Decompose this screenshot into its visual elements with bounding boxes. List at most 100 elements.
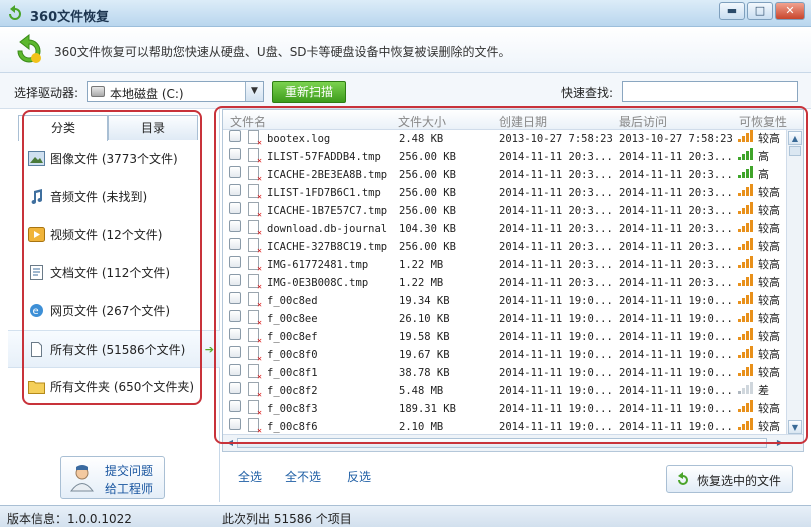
- column-header-name[interactable]: 文件名: [230, 113, 266, 130]
- column-header-created[interactable]: 创建日期: [499, 113, 547, 130]
- signal-bars-icon: [738, 238, 754, 250]
- horizontal-scrollbar[interactable]: ◀ ▶: [223, 434, 803, 451]
- file-name: bootex.log: [267, 133, 331, 145]
- submit-to-engineer-button[interactable]: 提交问题 给工程师: [60, 456, 165, 499]
- select-none-link[interactable]: 全不选: [285, 468, 321, 485]
- signal-bars-icon: [738, 202, 754, 214]
- accessed-date: 2014-11-11 19:0...: [619, 313, 733, 325]
- row-checkbox[interactable]: [229, 166, 241, 178]
- table-row[interactable]: IMG-0E3B008C.tmp 1.22 MB 2014-11-11 20:3..…: [223, 274, 787, 292]
- created-date: 2014-11-11 19:0...: [499, 331, 613, 343]
- category-item-document[interactable]: 文档文件 (112个文件): [8, 254, 220, 292]
- created-date: 2014-11-11 19:0...: [499, 367, 613, 379]
- row-checkbox[interactable]: [229, 202, 241, 214]
- recoverability: 较高: [758, 258, 780, 271]
- accessed-date: 2013-10-27 7:58:23: [619, 133, 733, 145]
- scroll-thumb[interactable]: [237, 438, 767, 448]
- category-item-all-folders[interactable]: 所有文件夹 (650个文件夹): [8, 368, 220, 406]
- restore-selected-button[interactable]: 恢复选中的文件: [666, 465, 793, 493]
- deleted-file-icon: [248, 346, 262, 363]
- file-size: 256.00 KB: [399, 187, 456, 199]
- row-checkbox[interactable]: [229, 346, 241, 358]
- file-name: f_00c8ed: [267, 295, 318, 307]
- table-row[interactable]: f_00c8ef 19.58 KB 2014-11-11 19:0... 2014-1…: [223, 328, 787, 346]
- file-size: 5.48 MB: [399, 385, 444, 397]
- row-checkbox[interactable]: [229, 292, 241, 304]
- scroll-right-icon[interactable]: ▶: [774, 436, 786, 450]
- signal-bars-icon: [738, 184, 754, 196]
- accessed-date: 2014-11-11 19:0...: [619, 367, 733, 379]
- file-size: 256.00 KB: [399, 241, 456, 253]
- table-row[interactable]: ILIST-1FD7B6C1.tmp 256.00 KB 2014-11-11 20…: [223, 184, 787, 202]
- tab-directory[interactable]: 目录: [108, 115, 198, 140]
- svg-text:e: e: [33, 306, 39, 317]
- table-row[interactable]: f_00c8f2 5.48 MB 2014-11-11 19:0... 2014-11…: [223, 382, 787, 400]
- category-item-video[interactable]: 视频文件 (12个文件): [8, 216, 220, 254]
- table-row[interactable]: f_00c8ed 19.34 KB 2014-11-11 19:0... 2014-1…: [223, 292, 787, 310]
- column-header-recoverability[interactable]: 可恢复性: [739, 113, 787, 130]
- row-checkbox[interactable]: [229, 184, 241, 196]
- table-row[interactable]: f_00c8ee 26.10 KB 2014-11-11 19:0... 2014-1…: [223, 310, 787, 328]
- table-row[interactable]: ICACHE-327B8C19.tmp 256.00 KB 2014-11-11 2…: [223, 238, 787, 256]
- table-row[interactable]: ILIST-57FADDB4.tmp 256.00 KB 2014-11-11 20…: [223, 148, 787, 166]
- column-header-accessed[interactable]: 最后访问: [619, 113, 667, 130]
- table-row[interactable]: ICACHE-1B7E57C7.tmp 256.00 KB 2014-11-11 2…: [223, 202, 787, 220]
- category-item-audio[interactable]: 音频文件 (未找到): [8, 178, 220, 216]
- row-checkbox[interactable]: [229, 148, 241, 160]
- selected-arrow-icon: ➔: [204, 343, 214, 356]
- category-item-all-files[interactable]: 所有文件 (51586个文件) ➔: [8, 330, 220, 368]
- file-icon: [31, 342, 42, 357]
- chevron-down-icon[interactable]: ▼: [245, 82, 263, 101]
- category-item-image[interactable]: 图像文件 (3773个文件): [8, 140, 220, 178]
- row-checkbox[interactable]: [229, 364, 241, 376]
- select-all-link[interactable]: 全选: [238, 468, 262, 485]
- row-checkbox[interactable]: [229, 418, 241, 430]
- row-checkbox[interactable]: [229, 274, 241, 286]
- row-checkbox[interactable]: [229, 220, 241, 232]
- created-date: 2014-11-11 19:0...: [499, 313, 613, 325]
- row-checkbox[interactable]: [229, 328, 241, 340]
- scroll-down-icon[interactable]: ▼: [788, 420, 802, 434]
- category-item-web[interactable]: e 网页文件 (267个文件): [8, 292, 220, 330]
- file-name: ICACHE-1B7E57C7.tmp: [267, 205, 388, 217]
- file-size: 38.78 KB: [399, 367, 450, 379]
- minimize-button[interactable]: ▬: [719, 2, 745, 20]
- row-checkbox[interactable]: [229, 256, 241, 268]
- row-checkbox[interactable]: [229, 238, 241, 250]
- left-panel: 分类 目录 图像文件 (3773个文件) 音频文件 (未找到) 视频文件 (12…: [8, 109, 220, 502]
- scroll-up-icon[interactable]: ▲: [788, 131, 802, 145]
- recoverability: 较高: [758, 348, 780, 361]
- web-page-icon: e: [30, 304, 43, 317]
- table-row[interactable]: f_00c8f0 19.67 KB 2014-11-11 19:0... 2014-1…: [223, 346, 787, 364]
- invert-selection-link[interactable]: 反选: [347, 468, 371, 485]
- table-row[interactable]: f_00c8f3 189.31 KB 2014-11-11 19:0... 2014-…: [223, 400, 787, 418]
- file-size: 256.00 KB: [399, 169, 456, 181]
- column-header-size[interactable]: 文件大小: [398, 113, 446, 130]
- maximize-button[interactable]: □: [747, 2, 773, 20]
- signal-bars-icon: [738, 130, 754, 142]
- category-label: 网页文件 (267个文件): [50, 304, 171, 318]
- table-row[interactable]: bootex.log 2.48 KB 2013-10-27 7:58:23 2013-…: [223, 130, 787, 148]
- rescan-button[interactable]: 重新扫描: [272, 81, 346, 103]
- drive-select[interactable]: 本地磁盘 (C:) ▼: [87, 81, 264, 102]
- close-button[interactable]: ✕: [775, 2, 805, 20]
- accessed-date: 2014-11-11 20:3...: [619, 277, 733, 289]
- table-row[interactable]: f_00c8f1 38.78 KB 2014-11-11 19:0... 2014-1…: [223, 364, 787, 382]
- vertical-scrollbar[interactable]: ▲ ▼: [786, 130, 803, 435]
- row-checkbox[interactable]: [229, 400, 241, 412]
- row-checkbox[interactable]: [229, 382, 241, 394]
- signal-bars-icon: [738, 418, 754, 430]
- scroll-thumb[interactable]: [789, 146, 801, 156]
- scroll-left-icon[interactable]: ◀: [224, 436, 236, 450]
- tab-category[interactable]: 分类: [18, 115, 108, 141]
- recoverability: 较高: [758, 276, 780, 289]
- row-checkbox[interactable]: [229, 310, 241, 322]
- table-row[interactable]: IMG-61772481.tmp 1.22 MB 2014-11-11 20:3..…: [223, 256, 787, 274]
- file-name: ILIST-1FD7B6C1.tmp: [267, 187, 381, 199]
- quick-search-input[interactable]: [622, 81, 798, 102]
- row-checkbox[interactable]: [229, 130, 241, 142]
- table-row[interactable]: download.db-journal 104.30 KB 2014-11-11 2…: [223, 220, 787, 238]
- deleted-file-icon: [248, 382, 262, 399]
- table-row[interactable]: ICACHE-2BE3EA8B.tmp 256.00 KB 2014-11-11 2…: [223, 166, 787, 184]
- accessed-date: 2014-11-11 20:3...: [619, 205, 733, 217]
